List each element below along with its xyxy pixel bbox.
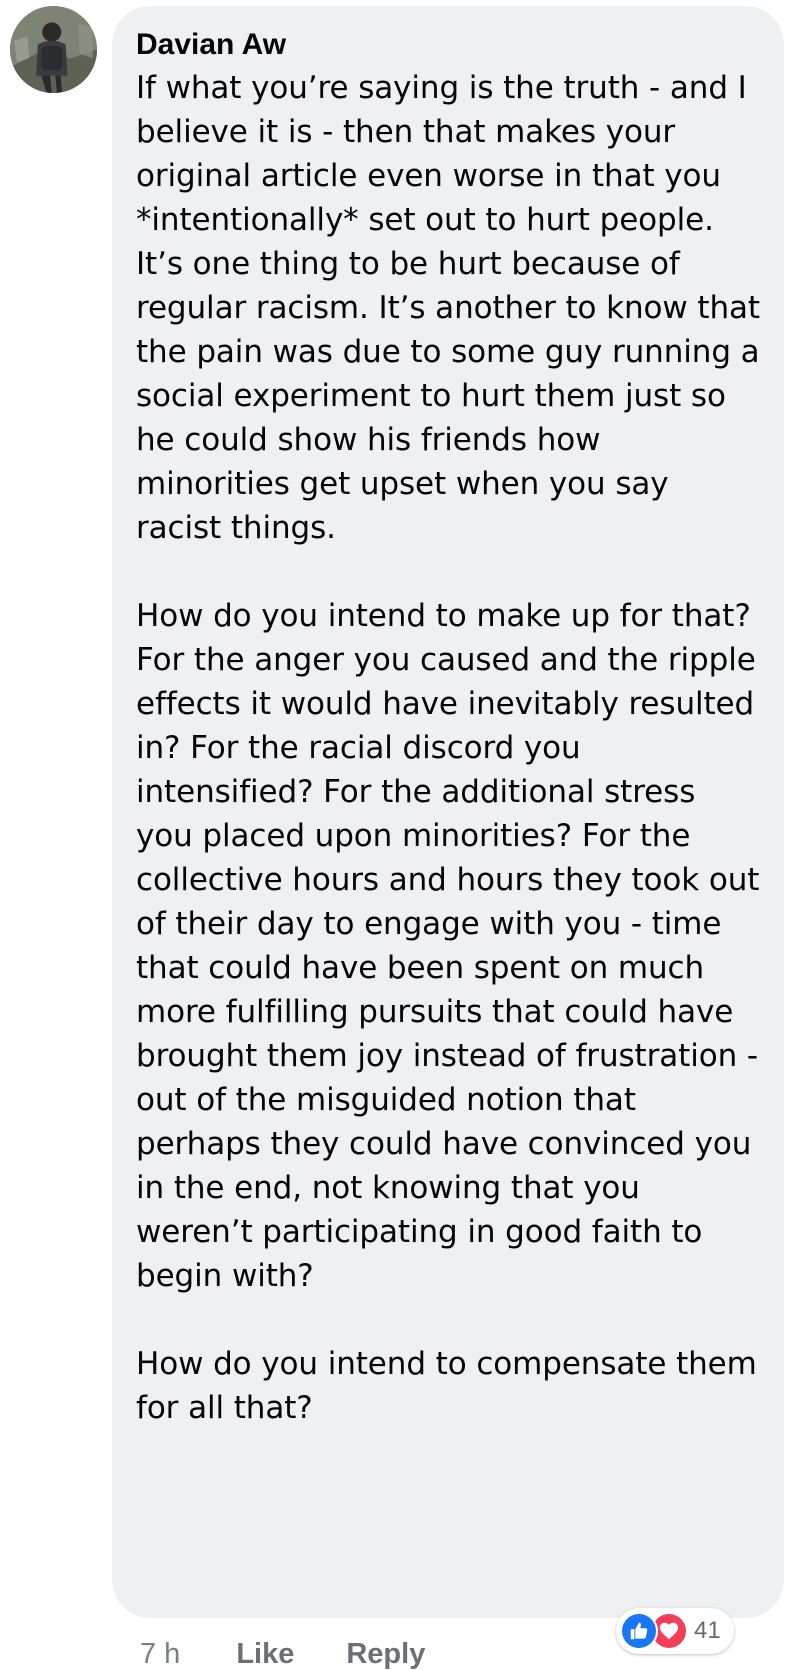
comment-author[interactable]: Davian Aw bbox=[136, 26, 760, 64]
reaction-summary[interactable]: 41 bbox=[616, 1608, 734, 1654]
reply-button[interactable]: Reply bbox=[346, 1638, 425, 1670]
avatar[interactable] bbox=[10, 6, 97, 93]
comment-actions: 7 h Like Reply bbox=[140, 1638, 477, 1670]
comment-text: If what you’re saying is the truth - and… bbox=[136, 70, 760, 1426]
comment-timestamp[interactable]: 7 h bbox=[140, 1638, 180, 1670]
reaction-count: 41 bbox=[694, 1617, 721, 1644]
profile-photo bbox=[10, 6, 97, 93]
like-button[interactable]: Like bbox=[236, 1638, 294, 1670]
like-icon bbox=[620, 1612, 658, 1650]
comment-bubble: Davian Aw If what you’re saying is the t… bbox=[112, 6, 784, 1618]
